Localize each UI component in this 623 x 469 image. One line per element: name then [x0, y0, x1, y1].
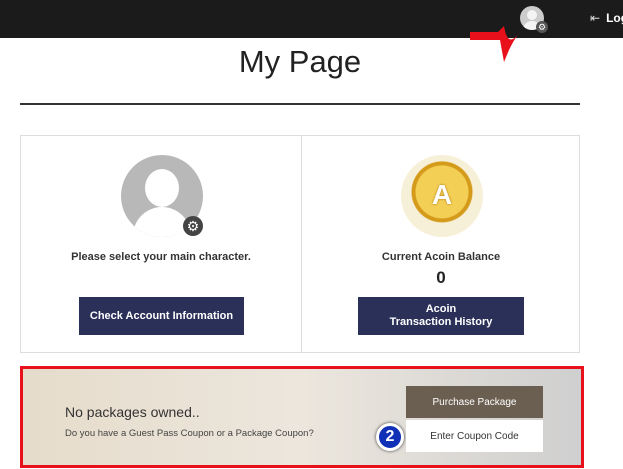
gear-icon[interactable]: ⚙: [536, 21, 548, 33]
button-line: Acoin: [425, 303, 457, 315]
package-banner: No packages owned.. Do you have a Guest …: [20, 366, 584, 468]
title-divider: [20, 103, 580, 105]
purchase-package-button[interactable]: Purchase Package: [406, 386, 543, 418]
coupon-question: Do you have a Guest Pass Coupon or a Pac…: [65, 428, 314, 439]
acoin-icon: A: [401, 155, 483, 237]
logout-button[interactable]: ⇤ Logout: [590, 11, 623, 25]
acoin-balance-label: Current Acoin Balance: [381, 251, 501, 263]
enter-coupon-button[interactable]: Enter Coupon Code: [406, 420, 543, 452]
top-bar: ⚙ ⇤ Logout: [0, 0, 623, 38]
page-title: My Page: [238, 44, 362, 79]
check-account-button[interactable]: Check Account Information: [79, 297, 244, 335]
coin-letter: A: [431, 179, 453, 210]
logout-icon: ⇤: [590, 11, 601, 25]
package-status: No packages owned..: [65, 404, 200, 420]
logout-label: Logout: [606, 11, 623, 25]
account-cards: ⚙ Please select your main character. Che…: [20, 135, 580, 353]
acoin-history-button[interactable]: Acoin Transaction History: [358, 297, 524, 335]
step-badge: 2: [376, 423, 404, 451]
gear-icon[interactable]: ⚙: [183, 216, 203, 236]
character-prompt: Please select your main character.: [71, 251, 251, 263]
card-divider: [301, 136, 302, 352]
button-line: Transaction History: [389, 316, 493, 328]
acoin-balance: 0: [436, 268, 446, 287]
